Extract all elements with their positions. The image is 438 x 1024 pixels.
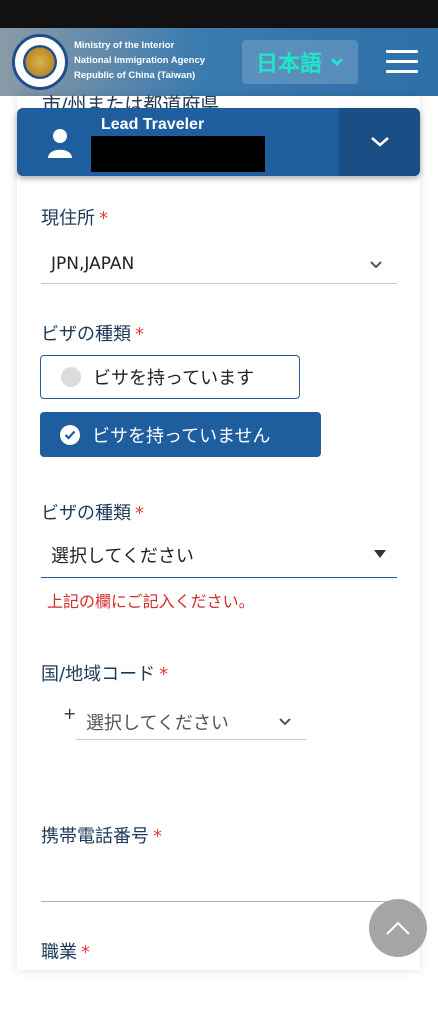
visa-type-select[interactable]: 選択してください	[41, 532, 397, 578]
plus-prefix: +	[63, 704, 77, 723]
hamburger-menu-icon[interactable]	[386, 50, 418, 76]
site-header: Ministry of the Interior National Immigr…	[0, 28, 438, 96]
country-code-label: 国/地域コード *	[41, 664, 169, 685]
emblem-icon	[23, 45, 57, 79]
agency-line-2: National Immigration Agency	[74, 55, 206, 66]
lead-traveler-label: Lead Traveler	[101, 116, 205, 133]
visa-have-label: ビサを持っています	[93, 368, 255, 389]
visa-have-option[interactable]: ビサを持っています	[40, 355, 300, 399]
chevron-up-icon	[386, 921, 410, 935]
language-label: 日本語	[255, 52, 322, 77]
redacted-name	[91, 136, 265, 172]
radio-unchecked-icon	[61, 367, 81, 387]
visa-type-label: ビザの種類 *	[41, 324, 144, 345]
visa-none-label: ビサを持っていません	[92, 425, 271, 447]
check-circle-icon	[60, 424, 80, 445]
country-code-placeholder: 選択してください	[86, 713, 229, 734]
expand-toggle[interactable]	[339, 108, 420, 176]
visa-none-option[interactable]: ビサを持っていません	[40, 412, 321, 457]
chevron-down-icon	[279, 718, 291, 726]
required-mark: *	[81, 942, 90, 963]
country-code-select[interactable]: 選択してください	[76, 704, 306, 740]
required-mark: *	[135, 503, 144, 524]
lead-traveler-header[interactable]: Lead Traveler	[17, 108, 420, 176]
agency-logo[interactable]	[12, 34, 68, 90]
chevron-down-icon	[370, 261, 382, 269]
status-bar	[0, 0, 438, 28]
occupation-label: 職業 *	[41, 942, 90, 963]
visa-type-placeholder: 選択してください	[51, 546, 194, 567]
residence-label: 現住所 *	[41, 208, 108, 229]
chevron-down-icon	[330, 57, 344, 67]
required-mark: *	[135, 324, 144, 345]
required-mark: *	[159, 664, 169, 685]
residence-select[interactable]: JPN,JAPAN	[41, 244, 397, 284]
user-icon	[48, 129, 72, 158]
required-mark: *	[99, 208, 108, 229]
agency-line-3: Republic of China (Taiwan)	[74, 70, 196, 81]
language-selector[interactable]: 日本語	[242, 40, 358, 84]
mobile-label: 携帯電話番号 *	[41, 826, 162, 847]
required-mark: *	[153, 826, 162, 847]
visa-type-error: 上記の欄にご記入ください。	[47, 592, 255, 611]
scroll-to-top-button[interactable]	[369, 899, 427, 957]
agency-name: Ministry of the Interior National Immigr…	[74, 38, 205, 83]
mobile-input[interactable]	[41, 860, 397, 902]
triangle-down-icon	[374, 550, 386, 558]
city-state-label-partial: 市/州または都道府県	[42, 94, 220, 108]
visa-type-select-label: ビザの種類 *	[41, 503, 144, 524]
agency-line-1: Ministry of the Interior	[74, 40, 175, 51]
residence-value: JPN,JAPAN	[51, 254, 135, 274]
chevron-down-icon	[370, 137, 389, 147]
